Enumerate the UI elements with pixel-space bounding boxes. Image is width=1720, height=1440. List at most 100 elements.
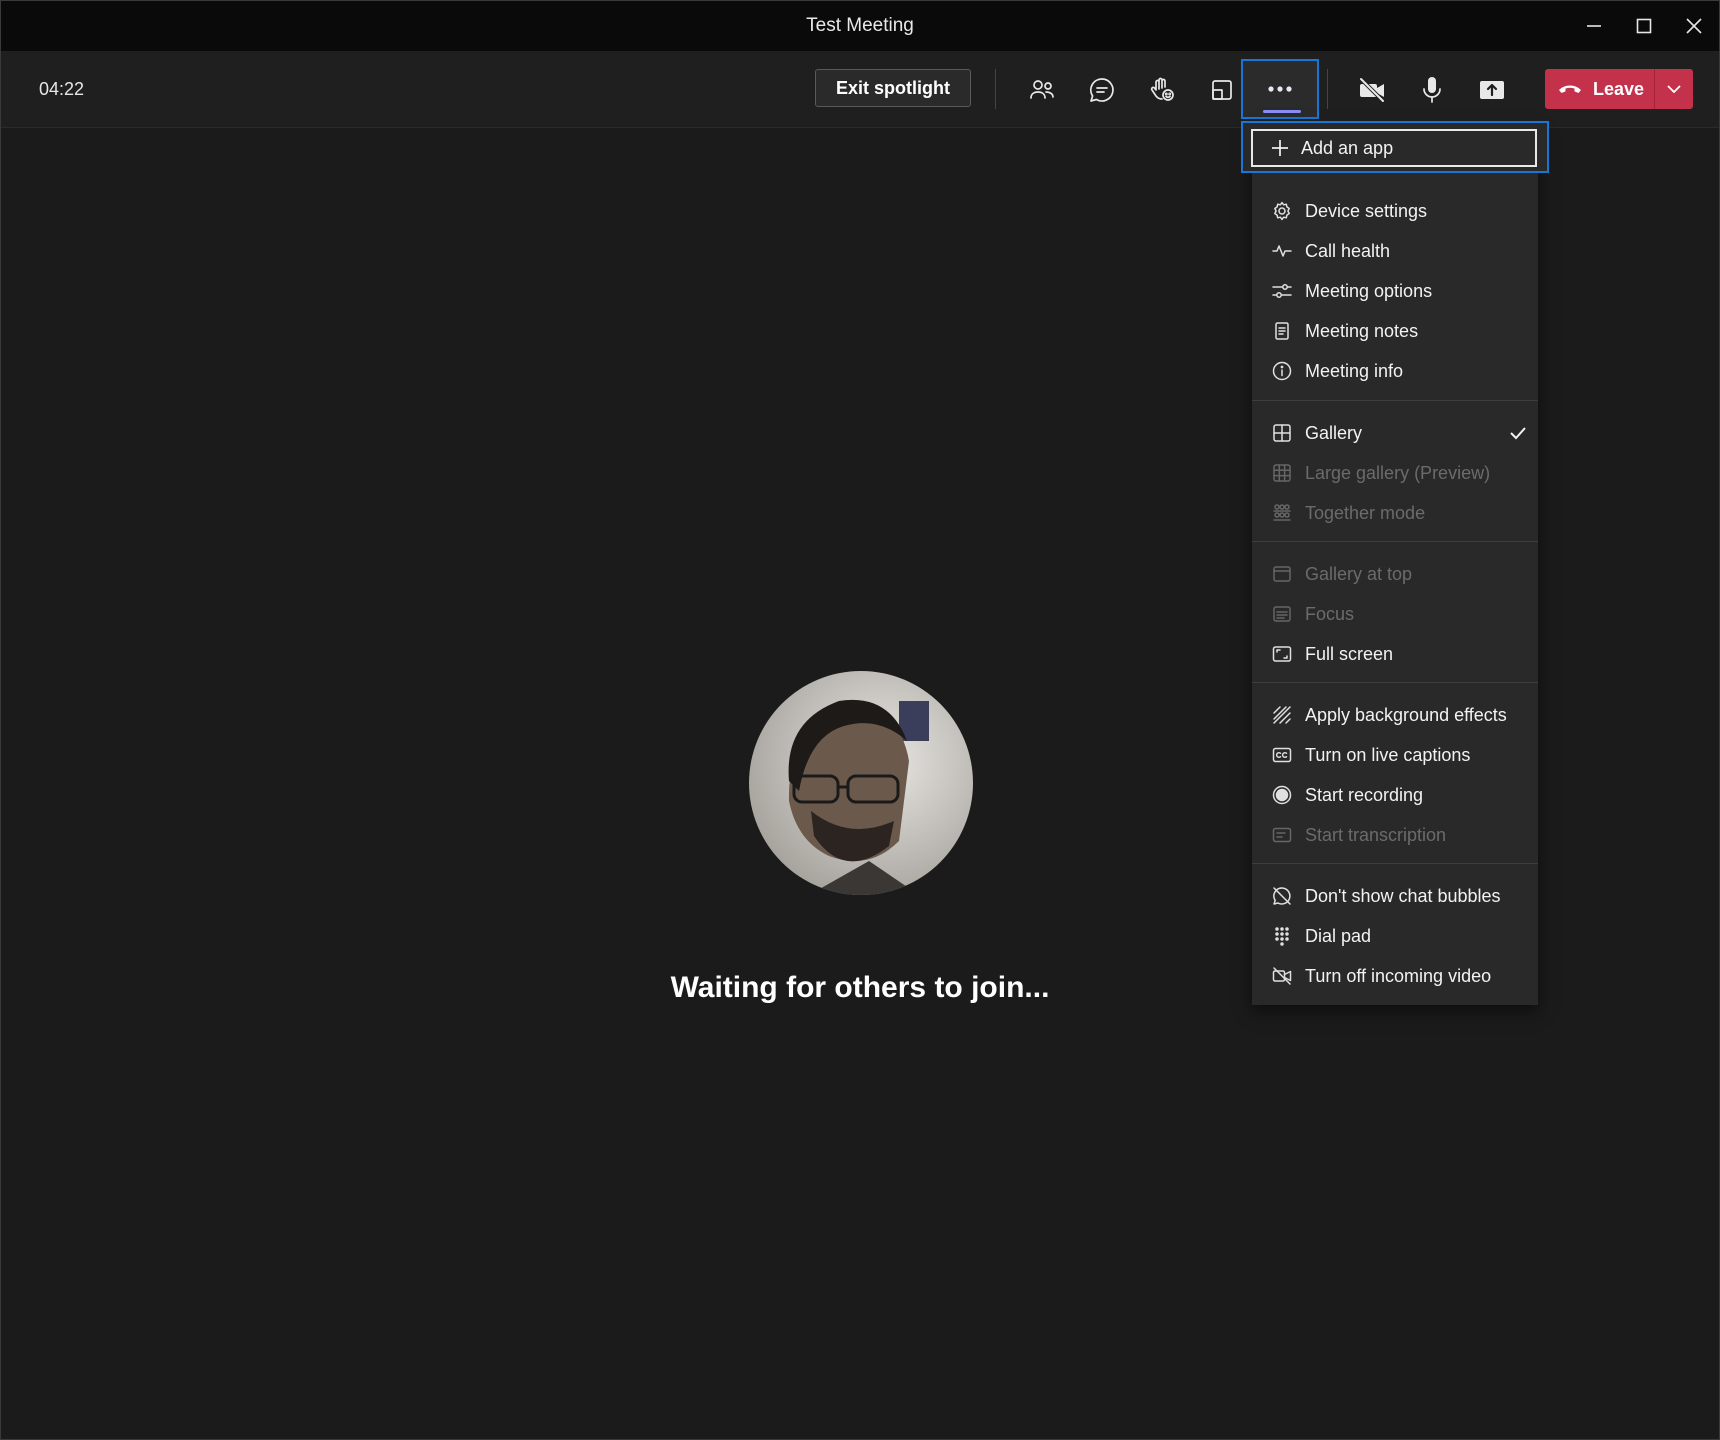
meeting-timer: 04:22 xyxy=(39,79,85,99)
menu-item-label: Full screen xyxy=(1305,643,1394,664)
maximize-button[interactable] xyxy=(1619,1,1669,51)
menu-item-large-gallery: Large gallery (Preview) xyxy=(1252,453,1538,493)
more-dots-icon xyxy=(1268,86,1292,92)
chevron-down-icon xyxy=(1667,85,1681,94)
camera-toggle-button[interactable] xyxy=(1347,65,1397,115)
large-grid-icon xyxy=(1271,462,1293,484)
menu-item-label: Meeting notes xyxy=(1305,320,1419,341)
fullscreen-icon xyxy=(1271,643,1293,665)
title-bar: Test Meeting xyxy=(1,1,1719,51)
dialpad-icon xyxy=(1271,925,1293,947)
menu-item-start-recording[interactable]: Start recording xyxy=(1252,775,1538,815)
maximize-icon xyxy=(1636,18,1652,34)
avatar-photo xyxy=(749,671,973,895)
leave-label: Leave xyxy=(1593,78,1645,99)
user-avatar xyxy=(749,671,973,895)
menu-divider xyxy=(1252,541,1538,542)
more-actions-button[interactable] xyxy=(1241,59,1319,119)
checkmark-icon xyxy=(1508,423,1528,448)
menu-item-start-transcription: Start transcription xyxy=(1252,815,1538,855)
menu-item-call-health[interactable]: Call health xyxy=(1252,231,1538,271)
leave-button[interactable]: Leave xyxy=(1545,69,1693,109)
add-app-focus-ring: Add an app xyxy=(1241,121,1549,173)
menu-item-label: Dial pad xyxy=(1305,925,1372,946)
active-indicator xyxy=(1263,110,1301,113)
menu-item-label: Don't show chat bubbles xyxy=(1305,885,1501,906)
layout-icon xyxy=(1212,80,1232,100)
pulse-icon xyxy=(1271,240,1293,262)
menu-item-label: Focus xyxy=(1305,603,1355,624)
microphone-icon xyxy=(1423,77,1441,103)
menu-item-label: Gallery at top xyxy=(1305,563,1413,584)
menu-divider xyxy=(1252,682,1538,683)
menu-item-gallery[interactable]: Gallery xyxy=(1252,413,1538,453)
gear-icon xyxy=(1271,200,1293,222)
camera-off-icon xyxy=(1359,77,1385,103)
notes-icon xyxy=(1271,320,1293,342)
hang-up-icon xyxy=(1559,85,1581,93)
meeting-toolbar: 04:22 Exit spotlight Leave xyxy=(1,51,1719,128)
menu-item-label: Start recording xyxy=(1305,784,1424,805)
menu-item-label: Together mode xyxy=(1305,502,1426,523)
menu-item-label: Call health xyxy=(1305,240,1391,261)
chat-icon xyxy=(1090,78,1114,102)
menu-item-meeting-options[interactable]: Meeting options xyxy=(1252,271,1538,311)
plus-icon xyxy=(1272,140,1288,156)
sliders-icon xyxy=(1271,280,1293,302)
leave-main-button[interactable]: Leave xyxy=(1545,69,1655,109)
menu-item-label: Turn on live captions xyxy=(1305,744,1471,765)
menu-item-label: Gallery xyxy=(1305,422,1363,443)
menu-item-label: Start transcription xyxy=(1305,824,1447,845)
menu-item-label: Turn off incoming video xyxy=(1305,965,1492,986)
cc-icon xyxy=(1271,744,1293,766)
chat-button[interactable] xyxy=(1077,65,1127,115)
record-icon xyxy=(1271,784,1293,806)
focus-icon xyxy=(1271,603,1293,625)
transcript-icon xyxy=(1271,824,1293,846)
menu-divider xyxy=(1252,400,1538,401)
toolbar-divider xyxy=(1327,69,1328,109)
menu-item-meeting-info[interactable]: Meeting info xyxy=(1252,351,1538,391)
background-effects-icon xyxy=(1271,704,1293,726)
menu-item-label: Meeting options xyxy=(1305,280,1433,301)
menu-item-together-mode: Together mode xyxy=(1252,493,1538,533)
menu-item-label: Meeting info xyxy=(1305,360,1404,381)
menu-item-chat-bubbles[interactable]: Don't show chat bubbles xyxy=(1252,876,1538,916)
people-group-icon xyxy=(1271,502,1293,524)
info-icon xyxy=(1271,360,1293,382)
share-tray-icon xyxy=(1480,81,1504,99)
mic-toggle-button[interactable] xyxy=(1407,65,1457,115)
chat-off-icon xyxy=(1271,885,1293,907)
reactions-button[interactable] xyxy=(1137,65,1187,115)
share-screen-button[interactable] xyxy=(1467,65,1517,115)
add-app-item[interactable]: Add an app xyxy=(1251,129,1537,167)
room-view-button[interactable] xyxy=(1197,65,1247,115)
add-app-label: Add an app xyxy=(1301,137,1394,158)
video-off-icon xyxy=(1271,965,1293,987)
people-icon xyxy=(1030,80,1054,99)
menu-item-meeting-notes[interactable]: Meeting notes xyxy=(1252,311,1538,351)
minimize-button[interactable] xyxy=(1569,1,1619,51)
menu-item-incoming-video[interactable]: Turn off incoming video xyxy=(1252,956,1538,996)
leave-options-button[interactable] xyxy=(1655,69,1693,109)
participants-button[interactable] xyxy=(1017,65,1067,115)
menu-divider xyxy=(1252,863,1538,864)
menu-item-background-effects[interactable]: Apply background effects xyxy=(1252,695,1538,735)
menu-item-live-captions[interactable]: Turn on live captions xyxy=(1252,735,1538,775)
close-button[interactable] xyxy=(1669,1,1719,51)
toolbar-divider xyxy=(995,69,996,109)
menu-item-gallery-at-top: Gallery at top xyxy=(1252,554,1538,594)
hand-emoji-icon xyxy=(1150,77,1174,101)
meeting-window: Test Meeting 04:22 Exit spotlight Leave … xyxy=(0,0,1720,1440)
close-icon xyxy=(1686,18,1702,34)
gallery-top-icon xyxy=(1271,563,1293,585)
menu-item-device-settings[interactable]: Device settings xyxy=(1252,191,1538,231)
menu-item-label: Large gallery (Preview) xyxy=(1305,462,1491,483)
menu-item-label: Device settings xyxy=(1305,200,1428,221)
window-title: Test Meeting xyxy=(806,15,914,36)
menu-item-dial-pad[interactable]: Dial pad xyxy=(1252,916,1538,956)
menu-item-label: Apply background effects xyxy=(1305,704,1507,725)
exit-spotlight-button[interactable]: Exit spotlight xyxy=(815,69,971,107)
minimize-icon xyxy=(1587,25,1601,27)
menu-item-full-screen[interactable]: Full screen xyxy=(1252,634,1538,674)
